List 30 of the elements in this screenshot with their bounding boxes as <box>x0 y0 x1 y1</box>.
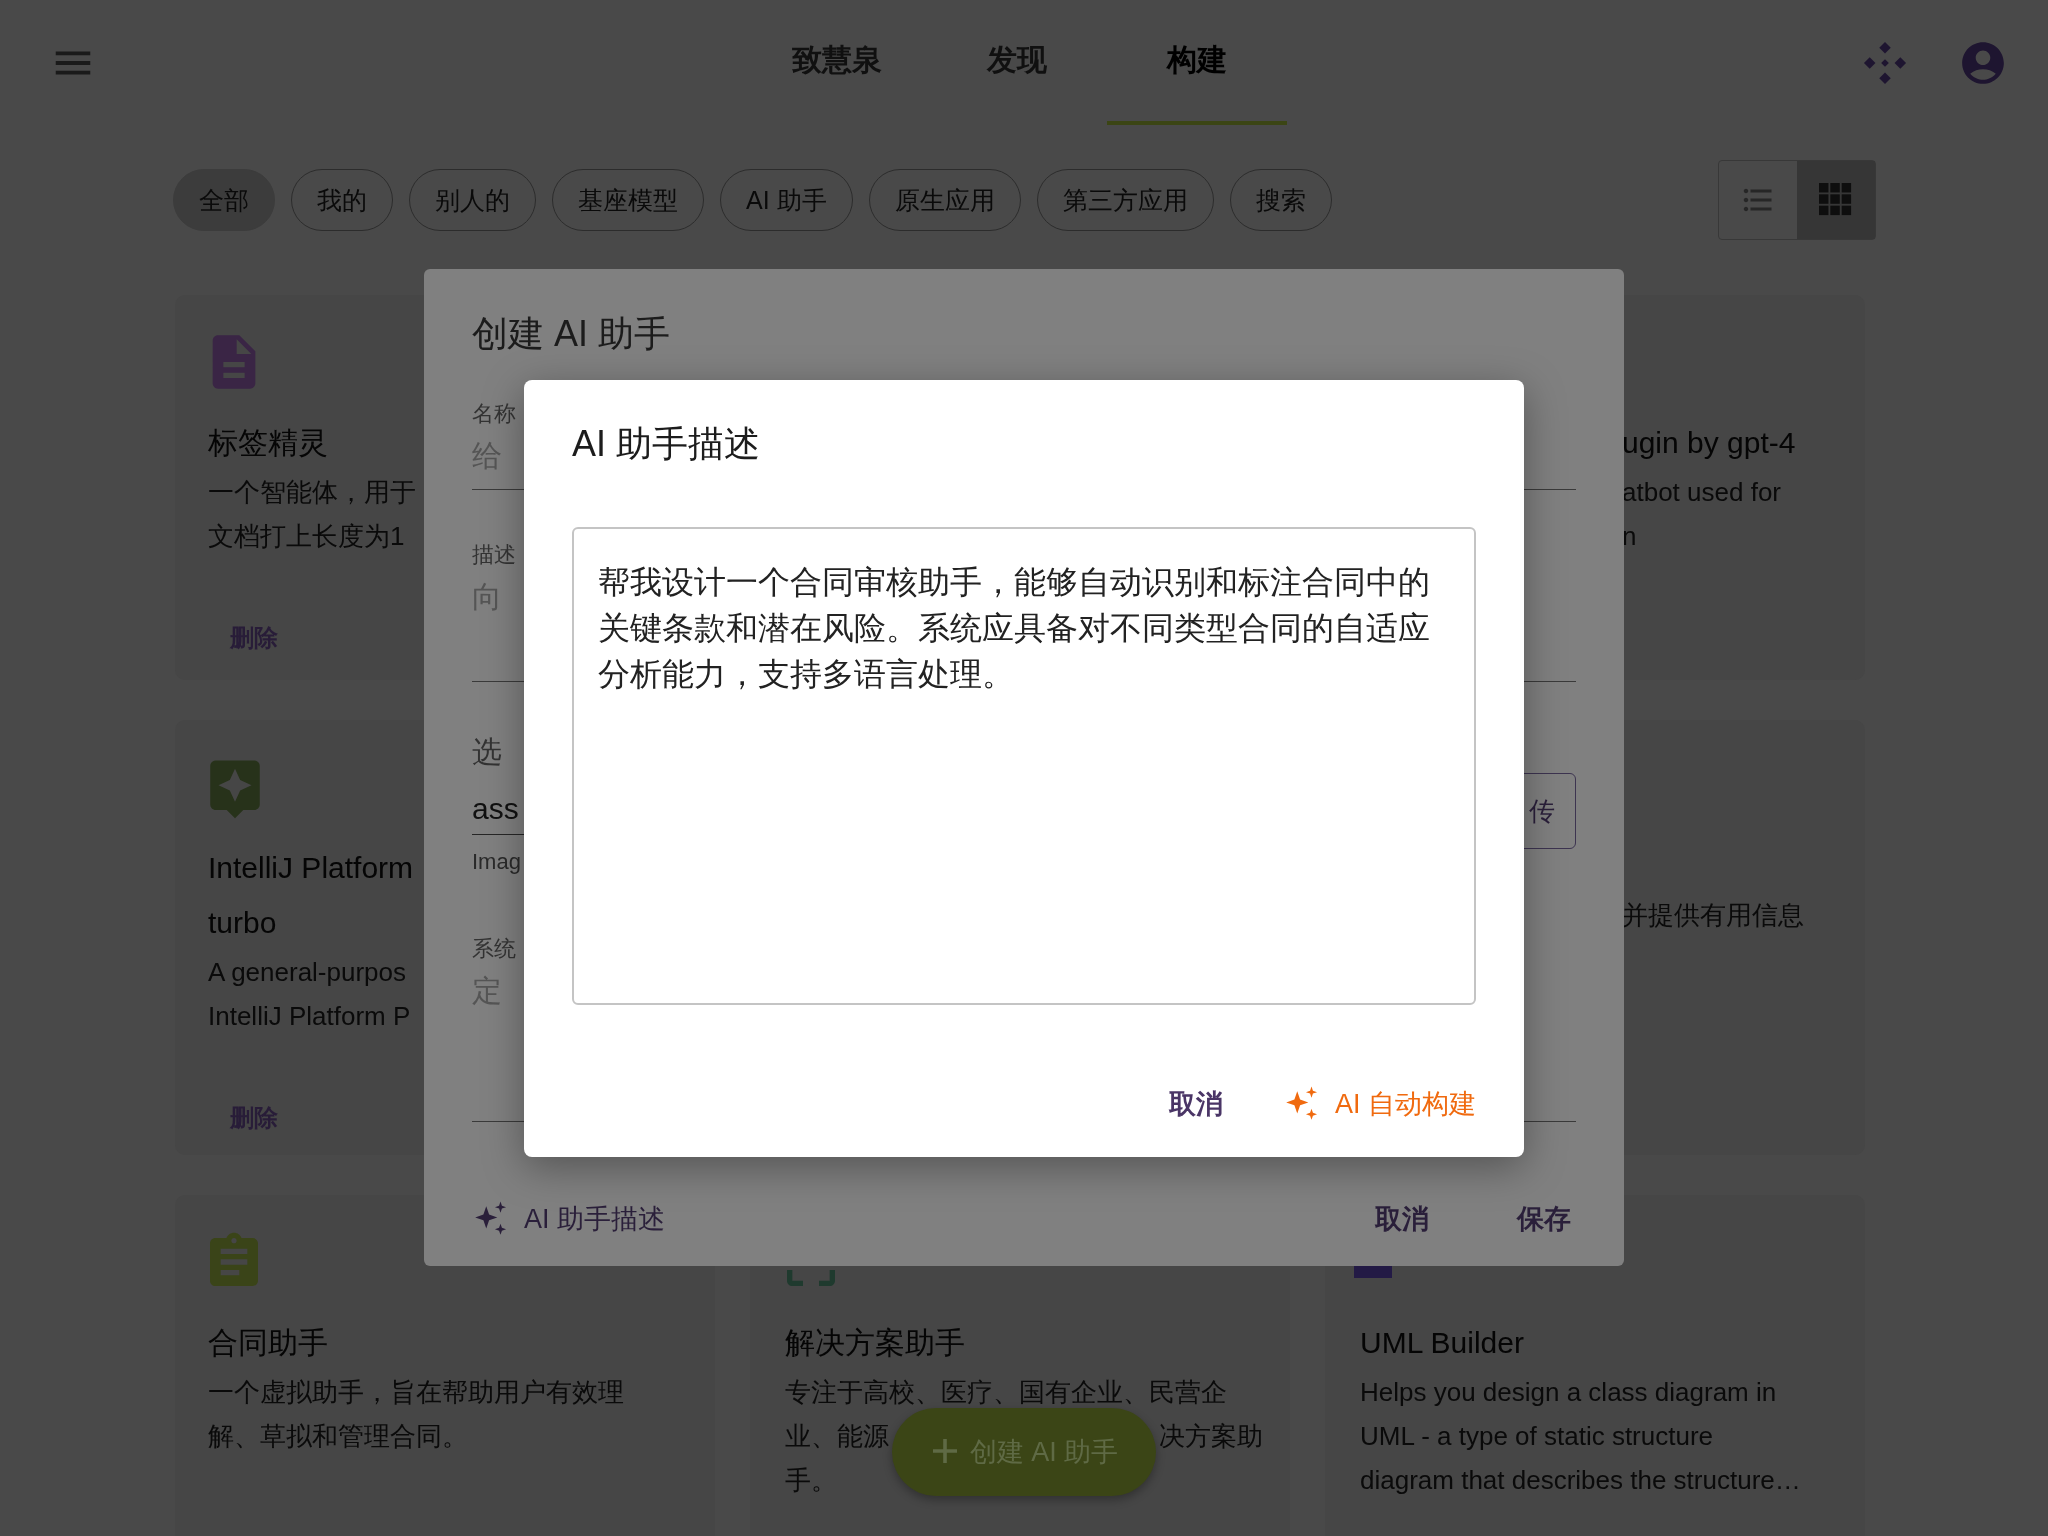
card-title: ugin by gpt-4 <box>1622 425 1796 461</box>
field-label: 名称 <box>472 400 516 428</box>
card-description: atbot used for <box>1622 476 1781 509</box>
card-description: 并提供有用信息 <box>1622 899 1804 932</box>
card-description: 解、草拟和管理合同。 <box>208 1420 468 1453</box>
card-description: IntelliJ Platform P <box>208 1000 411 1033</box>
card-description: 文档打上长度为1 <box>208 520 405 553</box>
card-description: n <box>1622 520 1637 553</box>
card-title: 标签精灵 <box>208 425 328 461</box>
card-description: 业、能源 <box>785 1420 889 1453</box>
card-description: A general-purpos <box>208 956 407 989</box>
card-description: 手。 <box>785 1464 837 1497</box>
card-description: 决方案助 <box>1159 1420 1263 1453</box>
card-description: UML - a type of static structure <box>1360 1420 1714 1453</box>
card-description: diagram that describes the structure… <box>1360 1464 1801 1497</box>
card-title: turbo <box>208 905 278 941</box>
helper-text: Imag <box>472 849 521 875</box>
card-description: 专注于高校、医疗、国有企业、民营企 <box>785 1376 1227 1409</box>
card-description: 一个智能体，用于 <box>208 476 416 509</box>
field-label: 系统 <box>472 935 516 963</box>
card-title: UML Builder <box>1360 1325 1524 1361</box>
field-label: 描述 <box>472 541 516 569</box>
card-title: 解决方案助手 <box>785 1325 965 1361</box>
field-label: 选 <box>472 734 502 770</box>
card-title: IntelliJ Platform <box>208 850 414 886</box>
card-description: 一个虚拟助手，旨在帮助用户有效理 <box>208 1376 624 1409</box>
card-description: Helps you design a class diagram in <box>1360 1376 1777 1409</box>
dialog-title: AI 助手描述 <box>572 422 761 466</box>
card-title: 合同助手 <box>208 1325 328 1361</box>
dialog-title: 创建 AI 助手 <box>472 312 672 356</box>
